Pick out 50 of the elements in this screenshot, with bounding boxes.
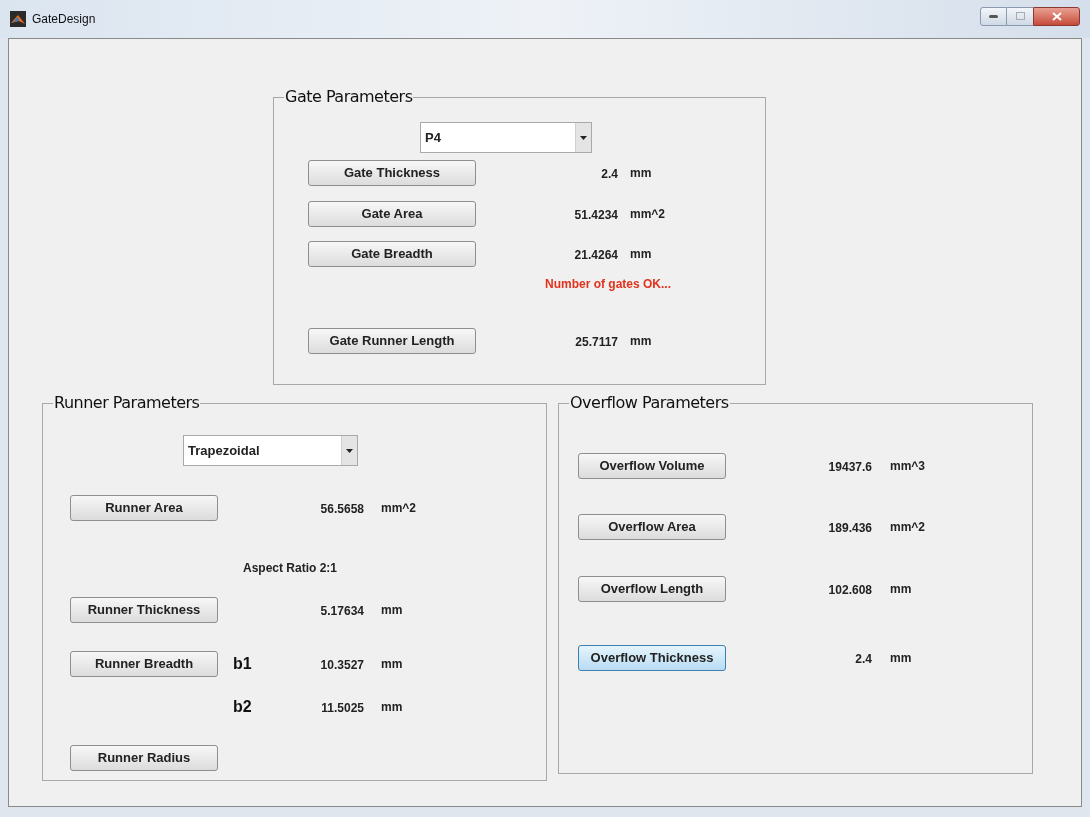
app-logo-icon [10, 11, 26, 27]
unit-text: mm [889, 650, 912, 667]
value-text: 25.7117 [575, 335, 618, 349]
panel-title: Gate Parameters [284, 86, 414, 108]
panel-title: Overflow Parameters [569, 392, 730, 414]
unit-text: mm [629, 246, 652, 263]
panel-title: Runner Parameters [53, 392, 201, 414]
value-text: 56.5658 [320, 502, 364, 516]
value-text: 2.4 [601, 167, 618, 181]
calc-button[interactable]: Overflow Volume [578, 453, 726, 479]
unit-text: mm^3 [889, 458, 926, 475]
calc-button[interactable]: Runner Breadth [70, 651, 218, 677]
close-icon [1051, 11, 1062, 21]
value-text: 51.4234 [574, 208, 618, 222]
calc-button[interactable]: Overflow Area [578, 514, 726, 540]
calc-button[interactable]: Runner Area [70, 495, 218, 521]
value-text: 11.5025 [321, 701, 364, 715]
unit-text: mm^2 [889, 519, 926, 536]
dropdown[interactable]: Trapezoidal [183, 435, 358, 466]
value-text: 189.436 [828, 521, 872, 535]
status-message: Number of gates OK... [545, 276, 673, 293]
unit-text: mm [889, 581, 912, 598]
calc-button[interactable]: Gate Area [308, 201, 476, 227]
window-title: GateDesign [32, 11, 96, 28]
value-text: 10.3527 [320, 658, 364, 672]
calc-button[interactable]: Runner Thickness [70, 597, 218, 623]
breadth-label: b1 [233, 655, 252, 672]
aspect-ratio-label: Aspect Ratio 2:1 [243, 560, 339, 577]
unit-text: mm [629, 165, 652, 182]
breadth-label: b2 [233, 698, 252, 715]
dropdown[interactable]: P4 [420, 122, 592, 153]
minimize-button[interactable] [980, 6, 1007, 26]
calc-button[interactable]: Gate Thickness [308, 160, 476, 186]
value-text: 19437.6 [828, 460, 872, 474]
value-text: 5.17634 [320, 604, 364, 618]
unit-text: mm [629, 333, 652, 350]
unit-text: mm^2 [629, 206, 666, 223]
calc-button[interactable]: Overflow Length [578, 576, 726, 602]
calc-button[interactable]: Gate Runner Length [308, 328, 476, 354]
unit-text: mm [380, 656, 403, 673]
value-text: 102.608 [828, 583, 872, 597]
calc-button[interactable]: Runner Radius [70, 745, 218, 771]
close-button[interactable] [1033, 6, 1080, 26]
unit-text: mm^2 [380, 500, 417, 517]
calc-button[interactable]: Gate Breadth [308, 241, 476, 267]
unit-text: mm [380, 699, 403, 716]
value-text: 2.4 [855, 652, 872, 666]
value-text: 21.4264 [574, 248, 618, 262]
calc-button[interactable]: Overflow Thickness [578, 645, 726, 671]
unit-text: mm [380, 602, 403, 619]
